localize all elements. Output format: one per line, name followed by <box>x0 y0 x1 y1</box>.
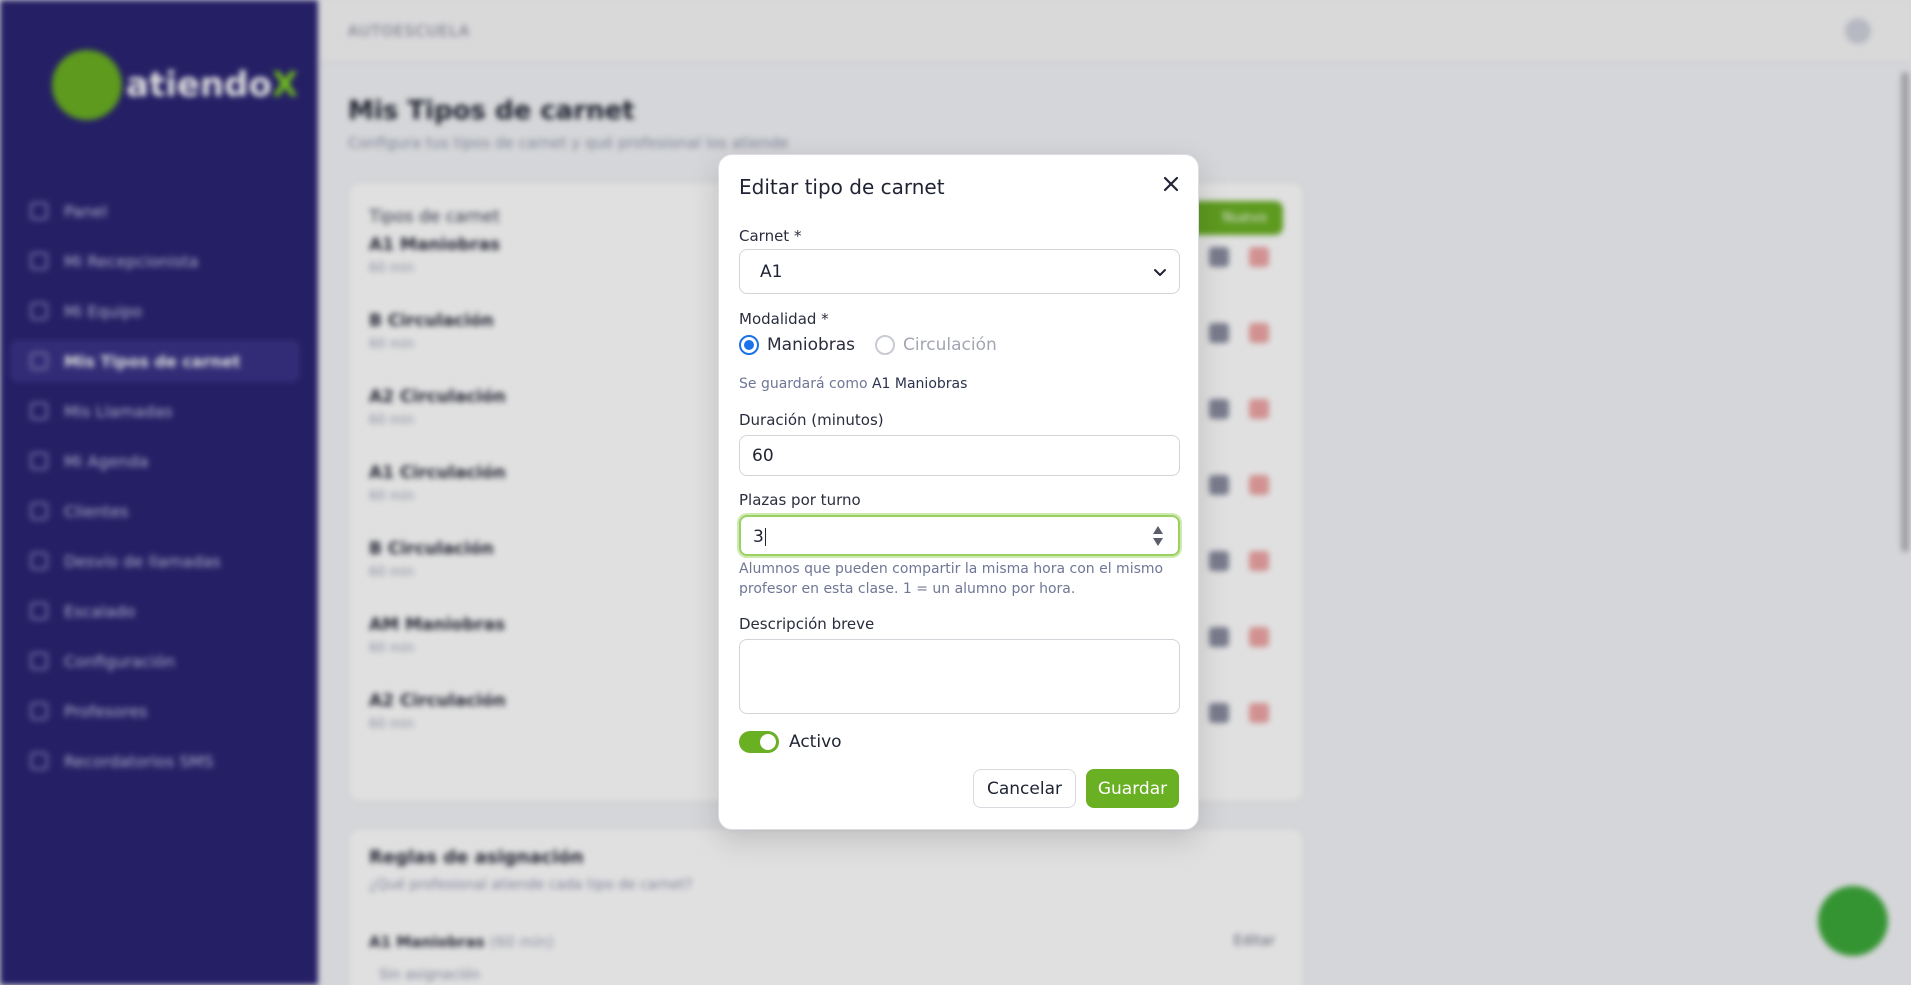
radio-circulacion[interactable] <box>875 335 896 355</box>
carnet-label: Carnet * <box>739 227 802 245</box>
radio-checked-dot <box>744 340 754 350</box>
save-as-prefix: Se guardará como <box>739 376 868 392</box>
radio-circulacion-label[interactable]: Circulación <box>903 335 997 355</box>
plazas-value: 3 <box>753 527 764 547</box>
descripcion-textarea[interactable] <box>739 639 1180 714</box>
descripcion-label: Descripción breve <box>739 615 875 633</box>
carnet-select[interactable]: A1 <box>739 249 1180 294</box>
activo-toggle[interactable] <box>739 731 779 753</box>
duracion-value: 60 <box>752 446 774 466</box>
text-caret <box>764 528 766 546</box>
toggle-knob <box>760 734 776 750</box>
save-as-hint: Se guardará como A1 Maniobras <box>739 374 1180 394</box>
radio-maniobras[interactable] <box>739 335 759 355</box>
plazas-label: Plazas por turno <box>739 491 861 509</box>
modalidad-radio-group: Maniobras Circulación <box>739 335 997 355</box>
save-button[interactable]: Guardar <box>1086 769 1179 808</box>
duracion-label: Duración (minutos) <box>739 411 884 429</box>
chevron-down-icon <box>1154 269 1166 276</box>
plazas-input[interactable]: 3 <box>739 515 1180 556</box>
spin-arrows-icon[interactable] <box>1152 525 1164 547</box>
radio-maniobras-label[interactable]: Maniobras <box>767 335 855 355</box>
modalidad-label: Modalidad * <box>739 310 829 328</box>
carnet-selected-value: A1 <box>760 262 783 282</box>
dialog-title: Editar tipo de carnet <box>739 175 945 199</box>
activo-label: Activo <box>789 732 842 752</box>
save-as-value: A1 Maniobras <box>871 376 968 392</box>
plazas-hint: Alumnos que pueden compartir la misma ho… <box>739 561 1164 597</box>
edit-carnet-dialog: Editar tipo de carnet Carnet * A1 Modali… <box>718 154 1199 830</box>
duracion-input[interactable]: 60 <box>739 435 1180 476</box>
cancel-button[interactable]: Cancelar <box>973 769 1076 808</box>
close-icon[interactable] <box>1160 173 1182 195</box>
